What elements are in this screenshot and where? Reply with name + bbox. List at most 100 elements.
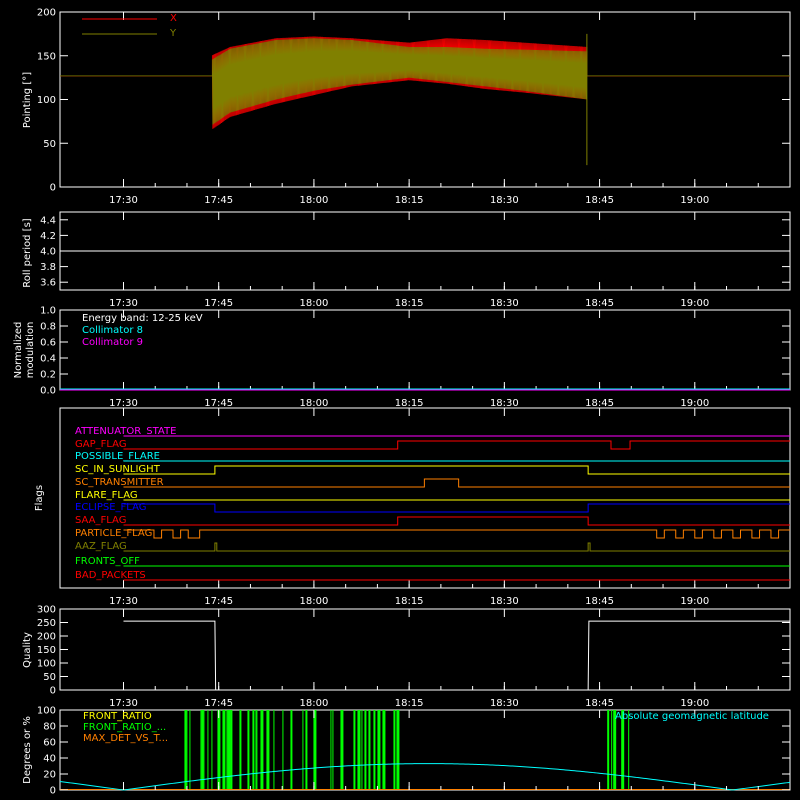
- xtick-label-roll-5: 18:45: [585, 298, 614, 309]
- xtick-label-flags-5: 18:45: [585, 596, 614, 607]
- modulation-ylabel-1: Normalized: [13, 322, 24, 379]
- ytick-label-mod-4: 0.8: [40, 322, 56, 333]
- front-ratio-bar: [256, 710, 258, 790]
- front-ratio-bar: [330, 710, 332, 790]
- front-ratio-bar: [252, 710, 255, 790]
- xtick-label-mod-1: 17:45: [204, 398, 233, 409]
- ytick-label-roll-0: 3.6: [40, 278, 56, 289]
- roll-ylabel: Roll period [s]: [22, 218, 33, 287]
- xtick-label-mod-3: 18:15: [395, 398, 424, 409]
- xtick-label-pointing-4: 18:30: [490, 195, 519, 206]
- legend-y-label: Y: [169, 28, 177, 39]
- xtick-label-pointing-2: 18:00: [300, 195, 329, 206]
- xtick-label-roll-0: 17:30: [109, 298, 138, 309]
- front-ratio-bar: [332, 710, 334, 790]
- front-ratio-bar: [290, 710, 293, 790]
- xtick-label-quality-1: 17:45: [204, 698, 233, 709]
- xtick-label-quality-3: 18:15: [395, 698, 424, 709]
- modulation-ylabel-2: modulation: [25, 322, 36, 379]
- ytick-label-quality-3: 150: [37, 645, 56, 656]
- ytick-label-ratios-0: 0: [50, 786, 56, 797]
- xtick-label-roll-4: 18:30: [490, 298, 519, 309]
- xtick-label-flags-4: 18:30: [490, 596, 519, 607]
- flag-label-sc_in_sunlight: SC_IN_SUNLIGHT: [75, 464, 161, 475]
- xtick-label-mod-2: 18:00: [300, 398, 329, 409]
- front-ratio-bar: [184, 710, 187, 790]
- xtick-label-quality-4: 18:30: [490, 698, 519, 709]
- ytick-label-pointing-4: 200: [37, 8, 56, 19]
- ratios-ylabel: Degrees or %: [22, 716, 33, 784]
- legend-x-label: X: [170, 13, 177, 24]
- xtick-label-flags-0: 17:30: [109, 596, 138, 607]
- front-ratio-bar: [255, 710, 257, 790]
- front-ratio-bar: [382, 710, 386, 790]
- ytick-label-pointing-0: 0: [50, 183, 56, 194]
- ytick-label-quality-5: 250: [37, 618, 56, 629]
- front-ratio-bar: [393, 710, 396, 790]
- xtick-label-flags-2: 18:00: [300, 596, 329, 607]
- ytick-label-mod-3: 0.6: [40, 338, 56, 349]
- flags-ylabel: Flags: [34, 485, 45, 511]
- xtick-label-pointing-1: 17:45: [204, 195, 233, 206]
- front-ratio-bar: [377, 710, 381, 790]
- front-ratio-bar: [239, 710, 242, 790]
- ytick-label-pointing-2: 100: [37, 95, 56, 106]
- geomagnetic-latitude-label: Absolute geomagnetic latitude: [615, 711, 769, 722]
- xtick-label-flags-3: 18:15: [395, 596, 424, 607]
- front-ratio-bar: [305, 710, 308, 790]
- flag-label-eclipse_flag: ECLIPSE_FLAG: [75, 502, 146, 513]
- front-ratio-bar: [621, 710, 625, 790]
- pointing-ylabel: Pointing [°]: [22, 72, 33, 128]
- front-ratio-bar: [222, 710, 226, 790]
- ytick-label-quality-0: 0: [50, 686, 56, 697]
- front-ratio-bar: [357, 710, 361, 790]
- xtick-label-roll-3: 18:15: [395, 298, 424, 309]
- front-ratio-bar: [313, 710, 317, 790]
- ytick-label-roll-1: 3.8: [40, 262, 56, 273]
- xtick-label-roll-2: 18:00: [300, 298, 329, 309]
- flag-label-possible_flare: POSSIBLE_FLARE: [75, 451, 160, 462]
- ytick-label-quality-2: 100: [37, 659, 56, 670]
- front-ratio-bar: [227, 710, 231, 790]
- front-ratio-bar: [373, 710, 376, 790]
- rhessi-quicklook-figure: 17:30 17:45 18:00 18:15 18:30 18:45 19:00 0 50 10…: [0, 0, 800, 800]
- front-ratio-bar: [607, 710, 610, 790]
- collimator-9-label: Collimator 9: [82, 337, 143, 348]
- front-ratio-bar: [302, 710, 304, 790]
- front-ratio-bar: [207, 710, 209, 790]
- front-ratio-2-label: FRONT_RATIO_...: [83, 722, 166, 733]
- xtick-label-quality-2: 18:00: [300, 698, 329, 709]
- flag-label-gap_flag: GAP_FLAG: [75, 439, 127, 450]
- front-ratio-bar: [230, 710, 233, 790]
- xtick-label-flags-1: 17:45: [204, 596, 233, 607]
- xtick-label-roll-6: 19:00: [680, 298, 709, 309]
- flag-label-saa_flag: SAA_FLAG: [75, 515, 126, 526]
- flag-label-sc_transmitter: SC_TRANSMITTER: [75, 477, 164, 488]
- front-ratio-bar: [353, 710, 356, 790]
- ytick-label-quality-4: 200: [37, 632, 56, 643]
- ytick-label-ratios-1: 20: [43, 770, 56, 781]
- front-ratio-bar: [273, 710, 275, 790]
- ytick-label-pointing-3: 150: [37, 51, 56, 62]
- flag-label-particle_flag: PARTICLE_FLAG: [75, 528, 152, 539]
- xtick-label-quality-6: 19:00: [680, 698, 709, 709]
- ytick-label-ratios-4: 80: [43, 722, 56, 733]
- xtick-label-flags-6: 19:00: [680, 596, 709, 607]
- energy-band-annotation: Energy band: 12-25 keV: [82, 313, 203, 324]
- ytick-label-mod-1: 0.2: [40, 370, 56, 381]
- xtick-label-pointing-3: 18:15: [395, 195, 424, 206]
- front-ratio-bar: [260, 710, 264, 790]
- ytick-label-roll-2: 4.0: [40, 247, 56, 258]
- front-ratio-bar: [226, 710, 228, 790]
- ytick-label-mod-2: 0.4: [40, 354, 56, 365]
- xtick-label-quality-5: 18:45: [585, 698, 614, 709]
- front-ratio-bar: [361, 710, 363, 790]
- ytick-label-quality-1: 50: [43, 672, 56, 683]
- xtick-label-pointing-0: 17:30: [109, 195, 138, 206]
- flag-label-aaz_flag: AAZ_FLAG: [75, 541, 127, 552]
- front-ratio-bar: [340, 710, 344, 790]
- ytick-label-mod-5: 1.0: [40, 306, 56, 317]
- xtick-label-roll-1: 17:45: [204, 298, 233, 309]
- collimator-8-label: Collimator 8: [82, 325, 143, 336]
- front-ratio-bar: [201, 710, 204, 790]
